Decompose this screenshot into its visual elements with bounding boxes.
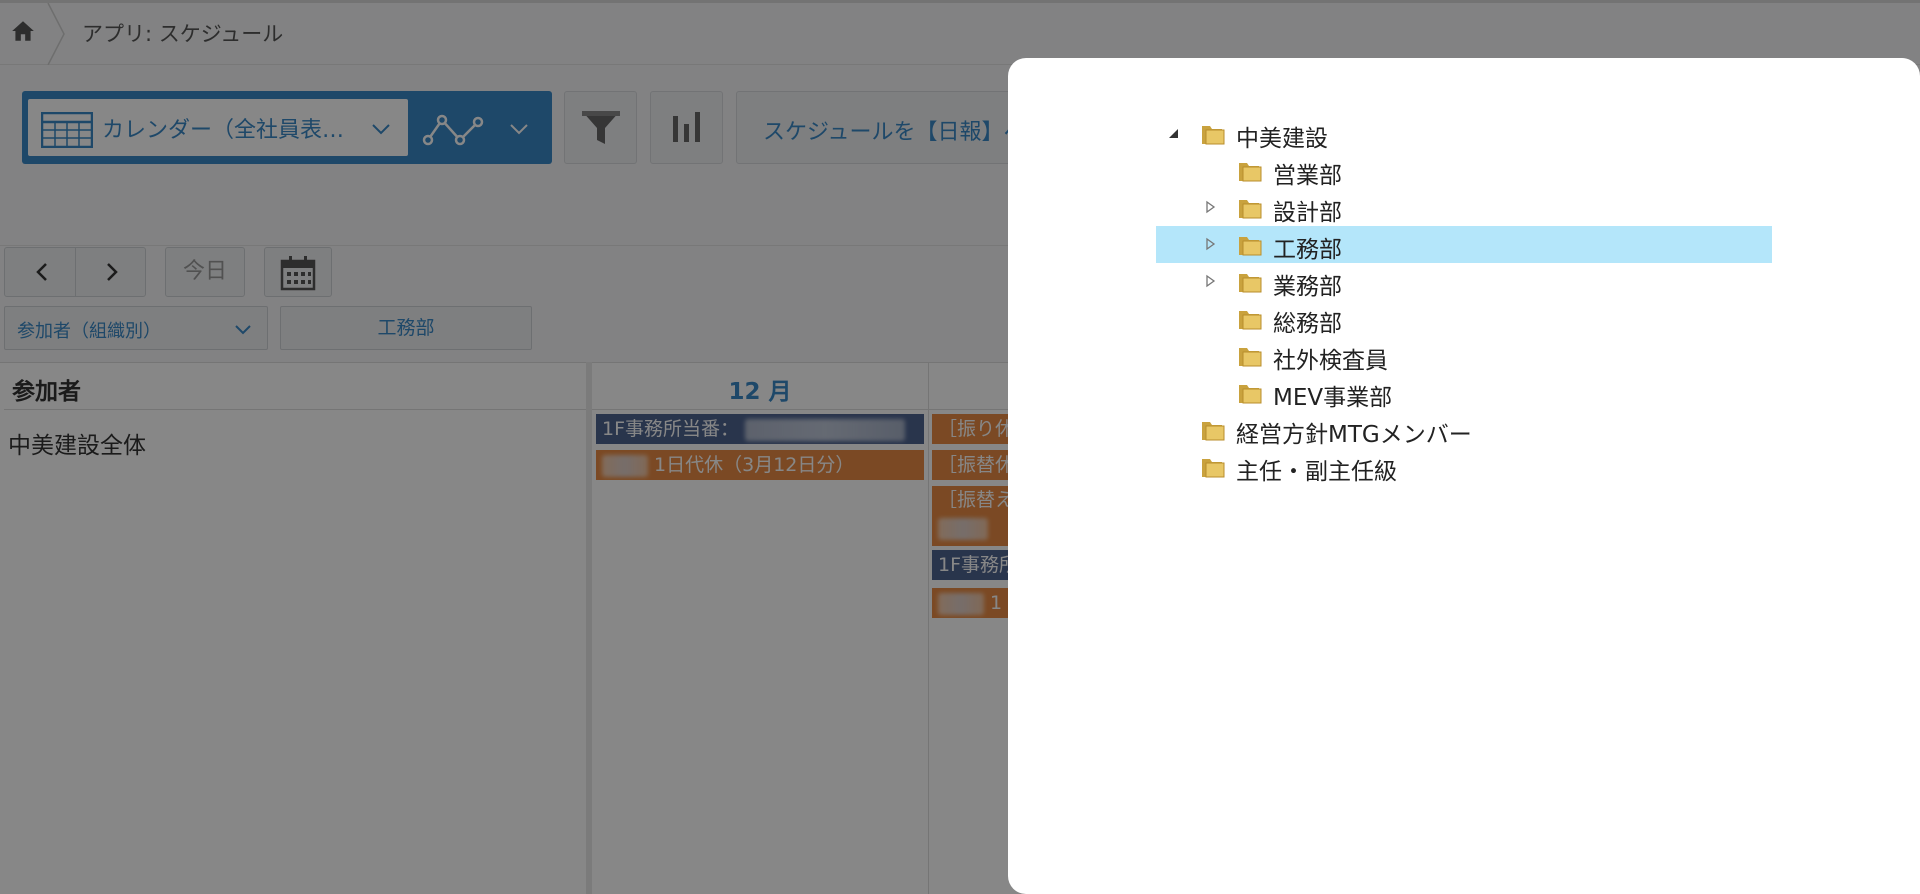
folder-icon xyxy=(1202,126,1225,145)
tree-node-label: 中美建設 xyxy=(1236,126,1328,152)
tree-node-label: 社外検査員 xyxy=(1273,348,1388,374)
folder-icon xyxy=(1239,200,1262,219)
tree-node-label: 営業部 xyxy=(1273,163,1342,189)
tree-node[interactable]: 主任・副主任級 xyxy=(1156,448,1772,485)
folder-icon xyxy=(1202,459,1225,478)
tree-node-label: 業務部 xyxy=(1273,274,1342,300)
organization-select-dialog: 中美建設営業部設計部工務部業務部総務部社外検査員 MEV事業部経営方針MTGメンバ… xyxy=(1008,58,1920,894)
tree-node-label: 経営方針MTGメンバー xyxy=(1236,422,1472,448)
tree-node[interactable]: 営業部 xyxy=(1156,152,1772,189)
tree-node-label: 主任・副主任級 xyxy=(1236,459,1397,485)
folder-icon xyxy=(1239,163,1262,182)
tree-node-label: MEV事業部 xyxy=(1273,385,1393,411)
tree-node-label: 設計部 xyxy=(1273,200,1342,226)
tree-expand-icon[interactable] xyxy=(1203,274,1217,288)
tree-node[interactable]: 設計部 xyxy=(1156,189,1772,226)
folder-icon xyxy=(1239,237,1262,256)
tree-node[interactable]: 中美建設 xyxy=(1156,115,1772,152)
tree-expand-icon[interactable] xyxy=(1203,200,1217,214)
folder-icon xyxy=(1239,311,1262,330)
folder-icon xyxy=(1239,348,1262,367)
folder-icon xyxy=(1239,385,1262,404)
tree-expand-icon[interactable] xyxy=(1203,237,1217,251)
tree-node-label: 総務部 xyxy=(1273,311,1342,337)
tree-node[interactable]: 業務部 xyxy=(1156,263,1772,300)
tree-node[interactable]: 工務部 xyxy=(1156,226,1772,263)
tree-collapse-icon[interactable] xyxy=(1166,126,1180,140)
tree-node-label: 工務部 xyxy=(1273,237,1342,263)
folder-icon xyxy=(1239,274,1262,293)
tree-node[interactable]: MEV事業部 xyxy=(1156,374,1772,411)
folder-icon xyxy=(1202,422,1225,441)
tree-node[interactable]: 社外検査員 xyxy=(1156,337,1772,374)
tree-node[interactable]: 総務部 xyxy=(1156,300,1772,337)
tree-node[interactable]: 経営方針MTGメンバー xyxy=(1156,411,1772,448)
